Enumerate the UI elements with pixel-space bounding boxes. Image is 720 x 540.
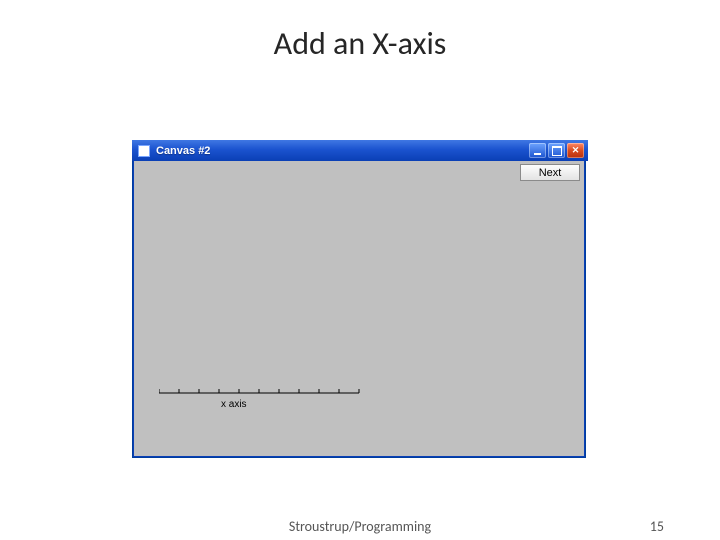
maximize-button[interactable]	[548, 143, 565, 158]
app-icon	[138, 145, 150, 157]
next-button[interactable]: Next	[520, 164, 580, 181]
slide: Add an X-axis Canvas #2 Next x axis Stro…	[0, 0, 720, 540]
x-axis-label: x axis	[221, 399, 379, 410]
canvas-window: Canvas #2 Next x axis	[132, 140, 586, 458]
canvas-client-area: Next x axis	[135, 161, 583, 455]
page-number: 15	[650, 518, 664, 535]
window-title: Canvas #2	[156, 145, 210, 157]
window-titlebar[interactable]: Canvas #2	[132, 140, 588, 161]
footer-text: Stroustrup/Programming	[289, 518, 431, 535]
x-axis: x axis	[159, 385, 379, 410]
x-axis-line	[159, 385, 379, 397]
minimize-button[interactable]	[529, 143, 546, 158]
window-buttons	[529, 143, 584, 158]
close-button[interactable]	[567, 143, 584, 158]
slide-title: Add an X-axis	[0, 0, 720, 63]
